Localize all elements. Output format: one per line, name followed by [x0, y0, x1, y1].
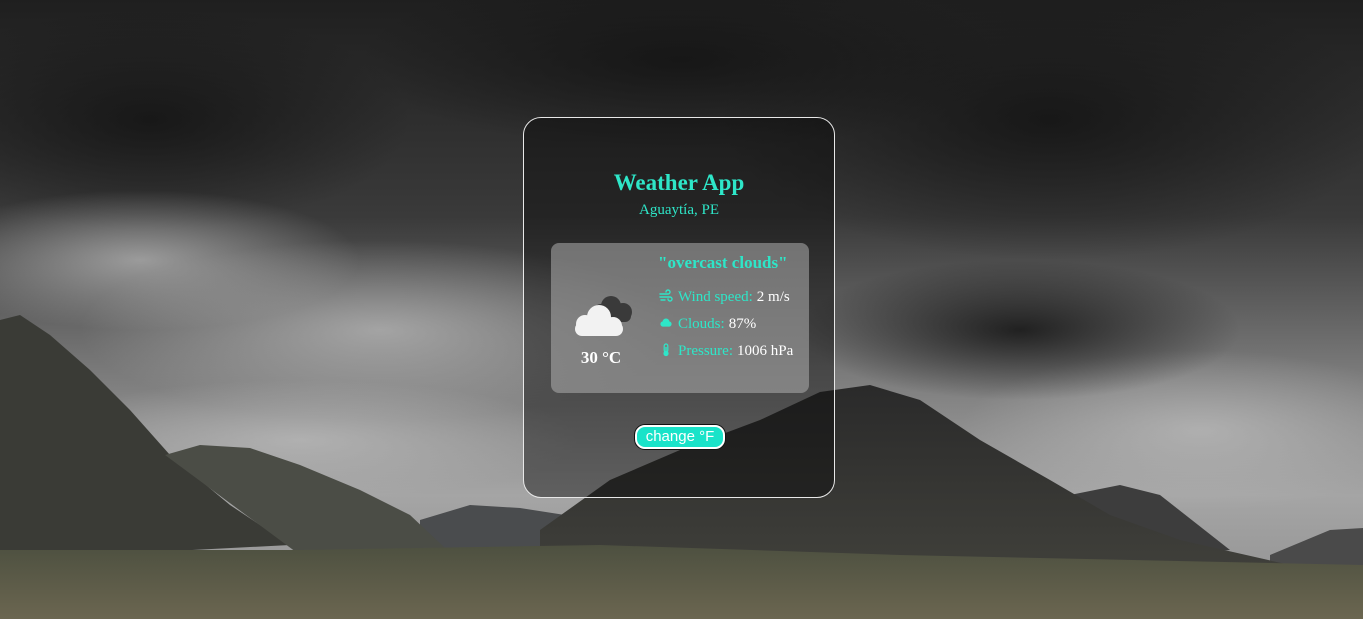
weather-panel: 30 °C "overcast clouds" Wind speed: 2 m/…	[551, 243, 809, 393]
clouds-value: 87%	[728, 316, 757, 332]
wind-icon	[659, 289, 673, 302]
app-title: Weather App	[613, 170, 745, 195]
stat-clouds: Clouds: 87%	[659, 315, 793, 342]
thermometer-icon	[663, 343, 669, 357]
clouds-label: Clouds:	[678, 316, 725, 332]
change-unit-button[interactable]: change °F	[635, 425, 725, 449]
wind-speed-label: Wind speed:	[678, 289, 753, 305]
weather-card: Weather App Aguaytía, PE 30 °C "overcast…	[523, 117, 835, 498]
cloud-icon	[660, 318, 672, 327]
location-label: Aguaytía, PE	[639, 202, 719, 218]
weather-stats: Wind speed: 2 m/s Clouds: 87% Pressure: …	[659, 288, 793, 369]
stat-wind-speed: Wind speed: 2 m/s	[659, 288, 793, 315]
temperature-value: 30 °C	[580, 348, 622, 367]
stat-pressure: Pressure: 1006 hPa	[659, 342, 793, 369]
wind-speed-value: 2 m/s	[756, 289, 790, 305]
pressure-value: 1006 hPa	[737, 343, 794, 359]
weather-description: "overcast clouds"	[658, 253, 788, 272]
overcast-clouds-icon	[575, 296, 632, 336]
pressure-label: Pressure:	[678, 343, 733, 359]
